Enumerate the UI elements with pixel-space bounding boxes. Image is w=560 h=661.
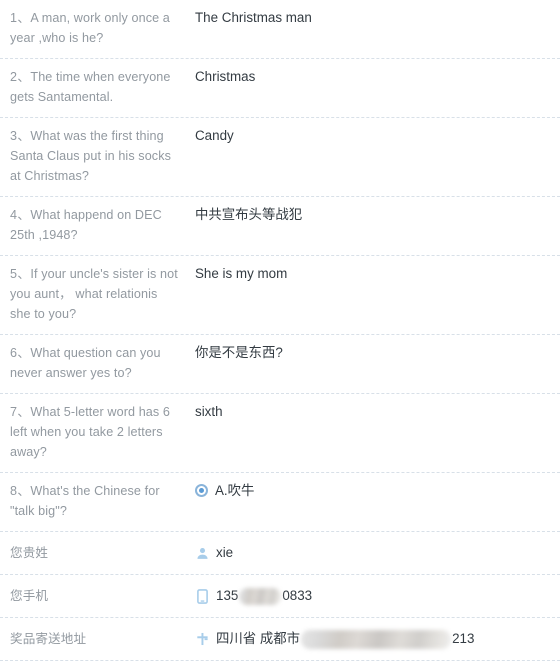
- question-number: 2、: [10, 70, 31, 84]
- field-row-address: 奖品寄送地址 四川省 成都市 213: [0, 618, 560, 661]
- question-number: 6、: [10, 346, 31, 360]
- field-label: 您贵姓: [10, 546, 49, 560]
- radio-selected-icon[interactable]: [195, 484, 208, 497]
- field-value: 四川省 成都市 213: [216, 629, 474, 649]
- question-text: A man, work only once a year ,who is he?: [10, 11, 170, 45]
- redacted-block: [239, 587, 282, 605]
- qa-row: 3、What was the first thing Santa Claus p…: [0, 118, 560, 197]
- answer-cell: Candy: [191, 118, 560, 156]
- qa-row: 6、What question can you never answer yes…: [0, 335, 560, 394]
- question-text: If your uncle's sister is not you aunt， …: [10, 267, 178, 321]
- map-pin-icon: [195, 631, 209, 647]
- field-label: 您手机: [10, 589, 49, 603]
- question-cell: 2、The time when everyone gets Santamenta…: [0, 59, 191, 117]
- question-cell: 6、What question can you never answer yes…: [0, 335, 191, 393]
- answer-cell: The Christmas man: [191, 0, 560, 38]
- question-text: What happend on DEC 25th ,1948?: [10, 208, 162, 242]
- answer-text: She is my mom: [195, 266, 288, 281]
- qa-row: 8、What's the Chinese for "talk big"? A.吹…: [0, 473, 560, 532]
- answer-cell: 中共宣布头等战犯: [191, 197, 560, 235]
- qa-row: 5、If your uncle's sister is not you aunt…: [0, 256, 560, 335]
- question-text: What question can you never answer yes t…: [10, 346, 161, 380]
- answer-cell: A.吹牛: [191, 473, 560, 511]
- answer-text: A.吹牛: [215, 483, 255, 498]
- answer-text: 中共宣布头等战犯: [195, 207, 303, 222]
- redacted-block: [301, 629, 452, 649]
- field-value: xie: [216, 545, 234, 560]
- question-number: 8、: [10, 484, 31, 498]
- question-number: 4、: [10, 208, 31, 222]
- question-number: 7、: [10, 405, 31, 419]
- question-number: 5、: [10, 267, 31, 281]
- question-text: What 5-letter word has 6 left when you t…: [10, 405, 170, 459]
- question-text: What's the Chinese for "talk big"?: [10, 484, 160, 518]
- field-value: 135 0833: [216, 586, 312, 606]
- answer-cell: sixth: [191, 394, 560, 432]
- field-row-phone: 您手机 135 0833: [0, 575, 560, 618]
- question-number: 1、: [10, 11, 31, 25]
- answer-text: 你是不是东西?: [195, 345, 283, 360]
- phone-suffix: 0833: [282, 588, 313, 603]
- answer-text: The Christmas man: [195, 10, 312, 25]
- field-value-cell: 135 0833: [191, 575, 560, 617]
- field-row-name: 您贵姓 xie: [0, 532, 560, 575]
- field-value-cell: xie: [191, 532, 560, 574]
- question-text: What was the first thing Santa Claus put…: [10, 129, 172, 183]
- question-cell: 5、If your uncle's sister is not you aunt…: [0, 256, 191, 334]
- question-cell: 7、What 5-letter word has 6 left when you…: [0, 394, 191, 472]
- survey-answer-list: 1、A man, work only once a year ,who is h…: [0, 0, 560, 661]
- field-label: 奖品寄送地址: [10, 632, 87, 646]
- phone-prefix: 135: [216, 588, 239, 603]
- answer-text: sixth: [195, 404, 223, 419]
- answer-cell: 你是不是东西?: [191, 335, 560, 373]
- qa-row: 2、The time when everyone gets Santamenta…: [0, 59, 560, 118]
- qa-row: 4、What happend on DEC 25th ,1948? 中共宣布头等…: [0, 197, 560, 256]
- question-number: 3、: [10, 129, 31, 143]
- qa-row: 1、A man, work only once a year ,who is h…: [0, 0, 560, 59]
- answer-text: Candy: [195, 128, 234, 143]
- mobile-phone-icon: [195, 588, 209, 604]
- user-icon: [195, 545, 209, 561]
- field-value-cell: 四川省 成都市 213: [191, 618, 560, 660]
- question-cell: 1、A man, work only once a year ,who is h…: [0, 0, 191, 58]
- question-text: The time when everyone gets Santamental.: [10, 70, 171, 104]
- question-cell: 3、What was the first thing Santa Claus p…: [0, 118, 191, 196]
- question-cell: 4、What happend on DEC 25th ,1948?: [0, 197, 191, 255]
- answer-text: Christmas: [195, 69, 256, 84]
- question-cell: 8、What's the Chinese for "talk big"?: [0, 473, 191, 531]
- answer-cell: She is my mom: [191, 256, 560, 294]
- answer-cell: Christmas: [191, 59, 560, 97]
- qa-row: 7、What 5-letter word has 6 left when you…: [0, 394, 560, 473]
